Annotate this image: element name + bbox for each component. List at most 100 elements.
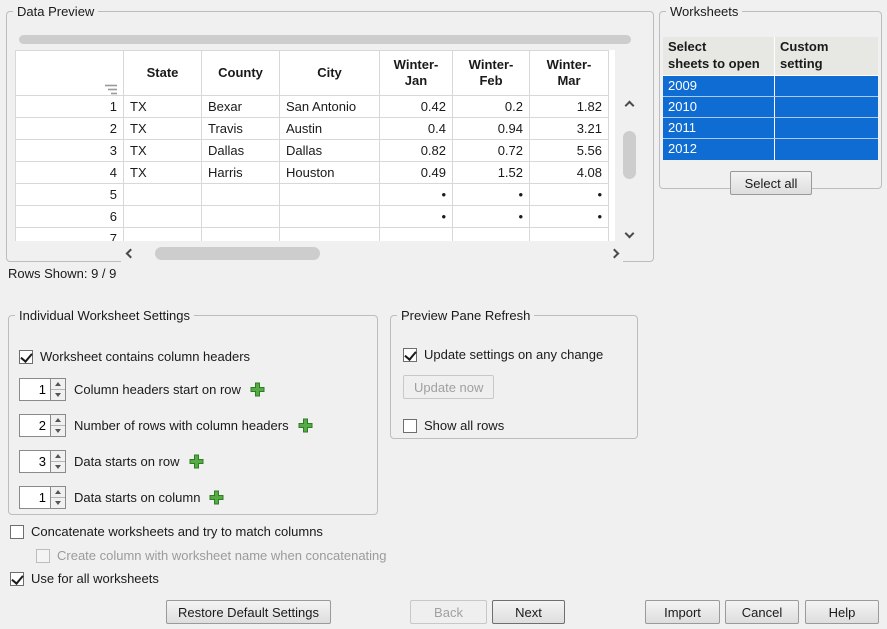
table-row[interactable]: 2 TX Travis Austin 0.4 0.94 3.21 bbox=[16, 118, 609, 140]
add-setting-icon[interactable] bbox=[249, 381, 266, 398]
horizontal-scrollbar[interactable] bbox=[121, 245, 623, 262]
cell[interactable]: 0.4 bbox=[380, 118, 453, 140]
cell[interactable] bbox=[380, 228, 453, 242]
add-setting-icon[interactable] bbox=[208, 489, 225, 506]
update-now-button[interactable]: Update now bbox=[403, 375, 494, 399]
cell[interactable]: Houston bbox=[280, 162, 380, 184]
cell[interactable]: 4.08 bbox=[530, 162, 609, 184]
column-header-county[interactable]: County bbox=[202, 51, 280, 96]
cancel-button[interactable]: Cancel bbox=[725, 600, 799, 624]
cell[interactable] bbox=[124, 228, 202, 242]
cell[interactable]: 5.56 bbox=[530, 140, 609, 162]
cell[interactable]: 0.2 bbox=[453, 96, 530, 118]
cell[interactable] bbox=[280, 184, 380, 206]
table-row[interactable]: 3 TX Dallas Dallas 0.82 0.72 5.56 bbox=[16, 140, 609, 162]
table-row[interactable]: 5 • • • bbox=[16, 184, 609, 206]
cell[interactable]: 3.21 bbox=[530, 118, 609, 140]
cell[interactable]: Harris bbox=[202, 162, 280, 184]
spin-down-button[interactable] bbox=[51, 390, 65, 400]
worksheet-contains-headers-checkbox[interactable] bbox=[19, 350, 33, 364]
scroll-down-button[interactable] bbox=[621, 227, 638, 242]
rows-with-headers-input[interactable] bbox=[19, 414, 50, 437]
column-header-winter-mar[interactable]: Winter- Mar bbox=[530, 51, 609, 96]
worksheet-row-2011[interactable]: 2011 bbox=[663, 118, 878, 139]
column-header-city[interactable]: City bbox=[280, 51, 380, 96]
column-header-winter-jan[interactable]: Winter- Jan bbox=[380, 51, 453, 96]
row-number[interactable]: 5 bbox=[16, 184, 124, 206]
table-row[interactable]: 6 • • • bbox=[16, 206, 609, 228]
cell[interactable]: 0.49 bbox=[380, 162, 453, 184]
cell[interactable]: Dallas bbox=[280, 140, 380, 162]
cell[interactable]: TX bbox=[124, 140, 202, 162]
cell[interactable]: Bexar bbox=[202, 96, 280, 118]
column-headers-start-row-stepper[interactable] bbox=[19, 378, 66, 401]
row-number[interactable]: 4 bbox=[16, 162, 124, 184]
add-setting-icon[interactable] bbox=[188, 453, 205, 470]
data-starts-row-input[interactable] bbox=[19, 450, 50, 473]
column-header-state[interactable]: State bbox=[124, 51, 202, 96]
spin-up-button[interactable] bbox=[51, 379, 65, 390]
create-column-checkbox[interactable] bbox=[36, 549, 50, 563]
data-starts-column-stepper[interactable] bbox=[19, 486, 66, 509]
cell[interactable]: Travis bbox=[202, 118, 280, 140]
concatenate-worksheets-checkbox[interactable] bbox=[10, 525, 24, 539]
scroll-up-button[interactable] bbox=[621, 96, 638, 111]
spin-up-button[interactable] bbox=[51, 487, 65, 498]
spin-down-button[interactable] bbox=[51, 462, 65, 472]
cell[interactable]: 0.82 bbox=[380, 140, 453, 162]
add-setting-icon[interactable] bbox=[297, 417, 314, 434]
cell[interactable]: TX bbox=[124, 96, 202, 118]
row-number[interactable]: 6 bbox=[16, 206, 124, 228]
column-headers-start-row-input[interactable] bbox=[19, 378, 50, 401]
cell[interactable]: • bbox=[380, 184, 453, 206]
show-all-rows-checkbox-row[interactable]: Show all rows bbox=[403, 418, 504, 433]
scroll-right-button[interactable] bbox=[608, 245, 623, 262]
cell[interactable] bbox=[280, 206, 380, 228]
data-starts-row-stepper[interactable] bbox=[19, 450, 66, 473]
spin-up-button[interactable] bbox=[51, 451, 65, 462]
vertical-scroll-track[interactable] bbox=[621, 111, 638, 227]
cell[interactable]: 0.72 bbox=[453, 140, 530, 162]
table-row[interactable]: 7 bbox=[16, 228, 609, 242]
cell[interactable]: TX bbox=[124, 118, 202, 140]
update-on-change-checkbox-row[interactable]: Update settings on any change bbox=[403, 347, 603, 362]
vertical-scrollbar[interactable] bbox=[621, 96, 638, 242]
row-number[interactable]: 3 bbox=[16, 140, 124, 162]
column-header-winter-feb[interactable]: Winter- Feb bbox=[453, 51, 530, 96]
cell[interactable]: 1.82 bbox=[530, 96, 609, 118]
column-reorder-icon[interactable] bbox=[104, 67, 118, 96]
cell[interactable] bbox=[280, 228, 380, 242]
help-button[interactable]: Help bbox=[805, 600, 879, 624]
spin-down-button[interactable] bbox=[51, 426, 65, 436]
cell[interactable] bbox=[202, 206, 280, 228]
import-button[interactable]: Import bbox=[645, 600, 720, 624]
cell[interactable] bbox=[202, 228, 280, 242]
cell[interactable]: TX bbox=[124, 162, 202, 184]
cell[interactable]: Dallas bbox=[202, 140, 280, 162]
worksheet-row-2009[interactable]: 2009 bbox=[663, 76, 878, 97]
vertical-scroll-thumb[interactable] bbox=[623, 131, 636, 180]
table-row[interactable]: 1 TX Bexar San Antonio 0.42 0.2 1.82 bbox=[16, 96, 609, 118]
row-number[interactable]: 1 bbox=[16, 96, 124, 118]
restore-default-settings-button[interactable]: Restore Default Settings bbox=[166, 600, 331, 624]
use-for-all-worksheets-checkbox[interactable] bbox=[10, 572, 24, 586]
horizontal-scroll-track[interactable] bbox=[136, 245, 608, 262]
create-column-checkbox-row[interactable]: Create column with worksheet name when c… bbox=[36, 548, 387, 563]
cell[interactable] bbox=[530, 228, 609, 242]
concatenate-worksheets-checkbox-row[interactable]: Concatenate worksheets and try to match … bbox=[10, 524, 323, 539]
horizontal-scroll-thumb[interactable] bbox=[155, 247, 320, 260]
worksheet-contains-headers-checkbox-row[interactable]: Worksheet contains column headers bbox=[19, 349, 250, 364]
use-for-all-worksheets-checkbox-row[interactable]: Use for all worksheets bbox=[10, 571, 159, 586]
back-button[interactable]: Back bbox=[410, 600, 487, 624]
top-horizontal-scrollbar[interactable] bbox=[19, 35, 631, 44]
cell[interactable]: • bbox=[530, 184, 609, 206]
table-row[interactable]: 4 TX Harris Houston 0.49 1.52 4.08 bbox=[16, 162, 609, 184]
row-number[interactable]: 2 bbox=[16, 118, 124, 140]
cell[interactable] bbox=[124, 184, 202, 206]
worksheet-row-2010[interactable]: 2010 bbox=[663, 97, 878, 118]
row-number[interactable]: 7 bbox=[16, 228, 124, 242]
spin-down-button[interactable] bbox=[51, 498, 65, 508]
update-on-change-checkbox[interactable] bbox=[403, 348, 417, 362]
cell[interactable]: • bbox=[380, 206, 453, 228]
next-button[interactable]: Next bbox=[492, 600, 565, 624]
